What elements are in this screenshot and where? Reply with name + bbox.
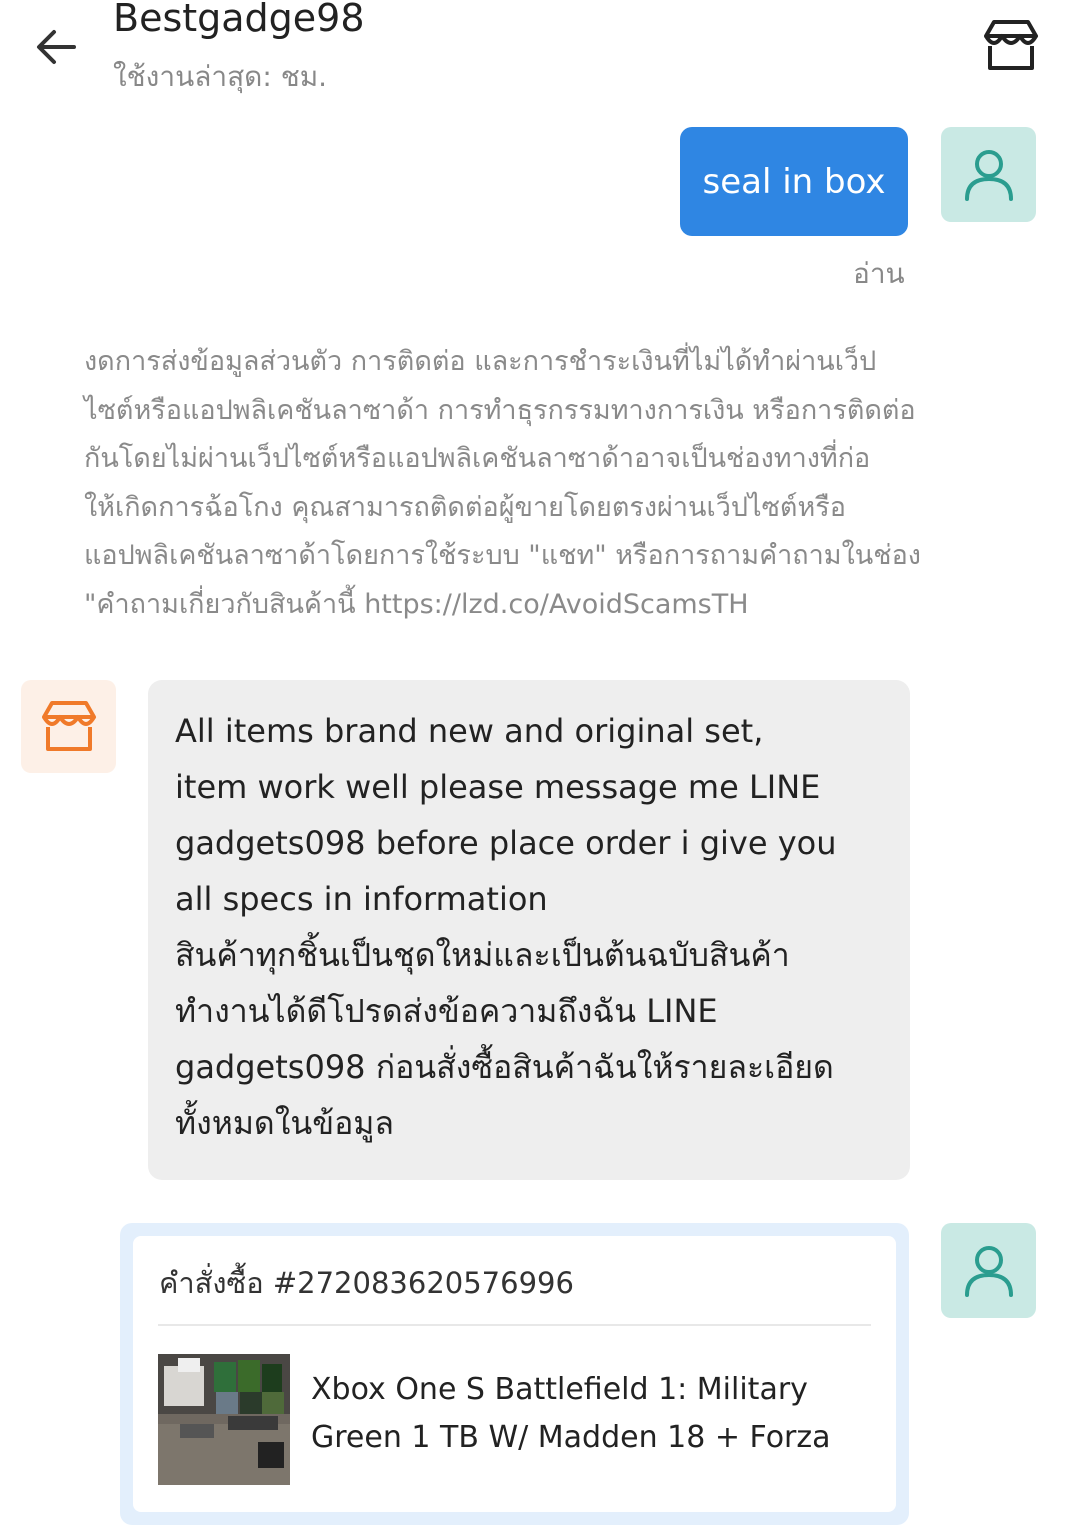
notice-line: แอปพลิเคชันลาซาด้าโดยการใช้ระบบ "แชท" หร… <box>84 540 921 571</box>
store-icon <box>984 20 1038 70</box>
received-message-bubble[interactable]: All items brand new and original set, it… <box>148 680 910 1180</box>
user-avatar <box>941 127 1036 222</box>
received-message-text: All items brand new and original set, it… <box>175 703 895 1151</box>
arrow-left-icon <box>37 30 76 64</box>
message-line: ทั้งหมดในข้อมูล <box>175 1104 394 1142</box>
notice-line: ไซต์หรือแอปพลิเคชันลาซาด้า การทำธุรกรรมท… <box>84 394 916 426</box>
notice-line: ให้เกิดการฉ้อโกง คุณสามารถติดต่อผู้ขายโด… <box>84 491 846 523</box>
divider <box>158 1324 871 1326</box>
order-number: คำสั่งซื้อ #272083620576996 <box>159 1266 574 1300</box>
user-icon <box>964 1245 1013 1297</box>
scam-warning-notice: งดการส่งข้อมูลส่วนตัว การติดต่อ และการชำ… <box>84 338 984 629</box>
notice-line: "คำถามเกี่ยวกับสินค้านี้ https://lzd.co/… <box>84 588 749 620</box>
message-line: สินค้าทุกชิ้นเป็นชุดใหม่และเป็นต้นฉบับสิ… <box>175 936 790 974</box>
message-line: all specs in information <box>175 880 548 918</box>
chat-title: Bestgadge98 <box>113 0 365 40</box>
shop-avatar <box>21 680 116 773</box>
last-active-status: ใช้งานล่าสุด: ชม. <box>113 60 328 93</box>
back-button[interactable] <box>28 20 84 76</box>
message-line: All items brand new and original set, <box>175 712 764 750</box>
user-icon <box>964 149 1013 201</box>
message-line: item work well please message me LINE <box>175 768 821 806</box>
read-status: อ่าน <box>853 257 905 290</box>
notice-line: งดการส่งข้อมูลส่วนตัว การติดต่อ และการชำ… <box>84 346 877 377</box>
order-card-body: คำสั่งซื้อ #272083620576996 Xbox One S B… <box>133 1236 896 1512</box>
product-photo <box>158 1354 290 1485</box>
store-icon <box>41 700 96 751</box>
message-line: gadgets098 ก่อนสั่งซื้อสินค้าฉันให้รายละ… <box>175 1048 834 1086</box>
user-avatar <box>941 1223 1036 1318</box>
product-name[interactable]: Xbox One S Battlefield 1: Military Green… <box>311 1366 891 1462</box>
message-line: ทำงานได้ดีโปรดส่งข้อความถึงฉัน LINE <box>175 992 718 1030</box>
product-thumbnail[interactable] <box>158 1354 290 1485</box>
store-button[interactable] <box>980 16 1042 76</box>
sent-message-text: seal in box <box>702 161 886 202</box>
notice-line: กันโดยไม่ผ่านเว็ปไซต์หรือแอปพลิเคชันลาซา… <box>84 443 871 474</box>
message-line: gadgets098 before place order i give you <box>175 824 837 862</box>
order-card[interactable]: คำสั่งซื้อ #272083620576996 Xbox One S B… <box>120 1223 909 1525</box>
sent-message-bubble[interactable]: seal in box <box>680 127 908 236</box>
